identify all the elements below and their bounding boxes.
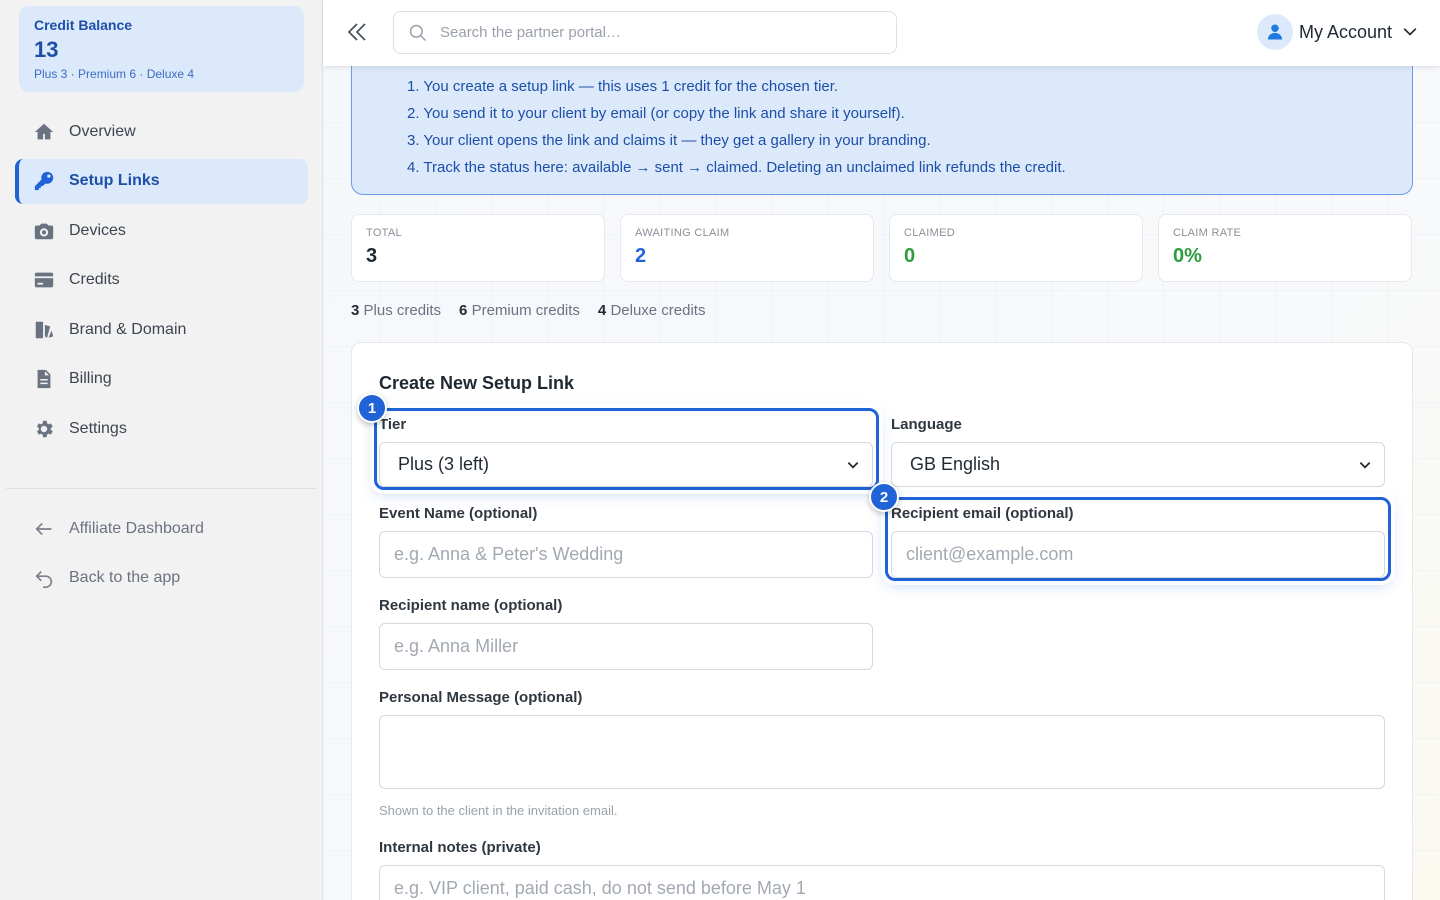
how-it-works-steps: 1. You create a setup link — this uses 1… xyxy=(351,66,1413,195)
chevron-down-icon xyxy=(1359,461,1371,469)
stat-value: 0 xyxy=(904,245,916,267)
stat-card-awaiting-claim: AWAITING CLAIM 2 xyxy=(620,214,874,282)
credit-balance-value: 13 xyxy=(34,37,59,62)
sidebar-item-overview[interactable]: Overview xyxy=(15,109,308,154)
stat-value: 2 xyxy=(635,245,647,267)
sidebar-item-billing[interactable]: Billing xyxy=(15,357,308,402)
stat-label: CLAIMED xyxy=(904,227,955,239)
sidebar-item-brand-domain[interactable]: Brand & Domain xyxy=(15,307,308,352)
home-icon xyxy=(33,121,55,143)
account-menu[interactable]: My Account xyxy=(1256,14,1420,50)
sidebar-item-label: Brand & Domain xyxy=(69,320,187,338)
sidebar-item-affiliate-dashboard[interactable]: Affiliate Dashboard xyxy=(15,506,308,551)
stat-label: CLAIM RATE xyxy=(1173,227,1242,239)
credit-balance-label: Credit Balance xyxy=(34,17,133,33)
account-label: My Account xyxy=(1298,21,1392,42)
sidebar-nav: Overview Setup Links Devices Credits Bra… xyxy=(15,109,308,456)
credit-summary-plus: 3 Plus credits xyxy=(351,302,442,319)
stat-value: 3 xyxy=(366,245,378,267)
recipient-email-label: Recipient email (optional) xyxy=(891,505,1074,522)
stats-row: TOTAL 3 AWAITING CLAIM 2 CLAIMED 0 CLAIM… xyxy=(351,214,1412,282)
step-item: 3. Your client opens the link and claims… xyxy=(407,132,931,149)
chevron-down-icon xyxy=(1403,28,1417,36)
stat-value: 0% xyxy=(1173,245,1202,267)
sidebar: Credit Balance 13 Plus 3 · Premium 6 · D… xyxy=(0,0,323,900)
sidebar-item-label: Devices xyxy=(69,221,126,239)
event-name-input[interactable] xyxy=(379,531,873,578)
gear-icon xyxy=(33,418,55,440)
internal-notes-input[interactable] xyxy=(379,865,1385,900)
user-icon xyxy=(1267,24,1283,40)
recipient-name-input[interactable] xyxy=(379,623,873,670)
top-header: My Account xyxy=(323,0,1440,66)
sidebar-footer-nav: Affiliate Dashboard Back to the app xyxy=(15,506,308,605)
step-item: 1. You create a setup link — this uses 1… xyxy=(407,78,839,95)
recipient-email-input[interactable] xyxy=(891,531,1385,578)
language-select-value: GB English xyxy=(910,454,1001,474)
camera-icon xyxy=(33,220,55,242)
form-title: Create New Setup Link xyxy=(379,373,575,393)
step-badge-2: 2 xyxy=(869,482,899,512)
credit-balance-card[interactable]: Credit Balance 13 Plus 3 · Premium 6 · D… xyxy=(19,6,304,92)
sidebar-divider xyxy=(6,488,317,489)
step-item: 4. Track the status here: available → se… xyxy=(407,159,1066,176)
stat-card-claim-rate: CLAIM RATE 0% xyxy=(1158,214,1412,282)
sidebar-item-credits[interactable]: Credits xyxy=(15,258,308,303)
credit-summary-premium: 6 Premium credits xyxy=(459,302,580,319)
sidebar-item-settings[interactable]: Settings xyxy=(15,406,308,451)
sidebar-item-label: Credits xyxy=(69,271,120,288)
sidebar-item-label: Overview xyxy=(69,122,136,140)
internal-notes-label: Internal notes (private) xyxy=(379,839,541,856)
personal-message-label: Personal Message (optional) xyxy=(379,689,583,706)
credit-card-icon xyxy=(33,269,55,291)
sidebar-item-setup-links[interactable]: Setup Links xyxy=(15,158,308,204)
create-setup-link-form: Create New Setup Link Tier Plus (3 left)… xyxy=(351,342,1413,900)
language-label: Language xyxy=(891,416,962,433)
double-chevron-left-icon xyxy=(347,23,366,41)
sidebar-item-label: Billing xyxy=(69,370,112,387)
document-icon xyxy=(33,368,55,390)
sidebar-item-back-to-app[interactable]: Back to the app xyxy=(15,556,308,601)
personal-message-hint: Shown to the client in the invitation em… xyxy=(379,803,618,818)
recipient-name-label: Recipient name (optional) xyxy=(379,597,563,614)
search-icon xyxy=(409,24,427,41)
key-icon xyxy=(33,170,55,192)
undo-arrow-icon xyxy=(33,567,55,589)
credit-balance-breakdown: Plus 3 · Premium 6 · Deluxe 4 xyxy=(34,67,195,81)
sidebar-item-label: Back to the app xyxy=(69,569,181,586)
language-select[interactable]: GB English xyxy=(891,442,1385,487)
collapse-sidebar-button[interactable] xyxy=(345,20,369,44)
event-name-label: Event Name (optional) xyxy=(379,505,538,522)
avatar xyxy=(1256,14,1293,50)
search-bar[interactable] xyxy=(393,11,897,54)
main-content: 1. You create a setup link — this uses 1… xyxy=(323,66,1440,900)
stat-card-claimed: CLAIMED 0 xyxy=(889,214,1143,282)
arrow-left-icon xyxy=(33,518,55,540)
search-input[interactable] xyxy=(440,24,860,41)
sidebar-item-devices[interactable]: Devices xyxy=(15,208,308,253)
chevron-down-icon xyxy=(847,461,859,469)
credit-summary-deluxe: 4 Deluxe credits xyxy=(597,302,706,319)
personal-message-textarea[interactable] xyxy=(379,715,1385,789)
sidebar-item-label: Setup Links xyxy=(69,172,160,189)
stat-label: AWAITING CLAIM xyxy=(635,227,730,239)
tier-select-value: Plus (3 left) xyxy=(398,454,490,474)
sidebar-item-label: Affiliate Dashboard xyxy=(69,519,204,537)
palette-icon xyxy=(33,319,55,341)
stat-label: TOTAL xyxy=(366,227,402,239)
step-item: 2. You send it to your client by email (… xyxy=(407,105,905,122)
stat-card-total: TOTAL 3 xyxy=(351,214,605,282)
sidebar-item-label: Settings xyxy=(69,419,127,437)
tier-select[interactable]: Plus (3 left) xyxy=(379,442,873,487)
tier-label: Tier xyxy=(379,416,407,433)
credit-summary: 3 Plus credits 6 Premium credits 4 Delux… xyxy=(351,302,705,319)
step-badge-1: 1 xyxy=(357,393,387,423)
